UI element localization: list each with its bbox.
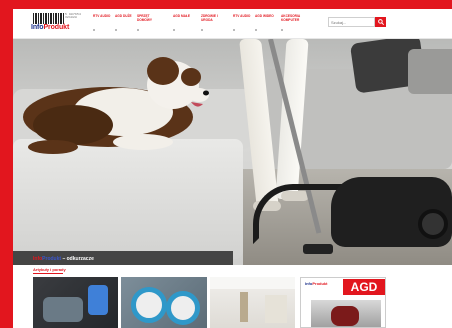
site-header: 5 907654 321028 InfoProdukt RTV AUDIO AG… <box>13 9 452 39</box>
caption-brand-2: Produkt <box>42 256 62 262</box>
nav-dot-icon <box>173 29 175 31</box>
nav-item-label: RTV AUDIO <box>233 14 251 18</box>
nav-item-label: AGD WIDEO <box>255 14 274 18</box>
article-thumb-2[interactable] <box>121 277 207 328</box>
hero-sofa-seat <box>13 139 243 259</box>
logo-word-1: Info <box>31 24 44 31</box>
vacuum-head <box>303 244 333 254</box>
nav-item-8[interactable]: AKCESORIA KOMPUTER <box>281 14 317 35</box>
hero-caption: InfoProdukt – odkurzacze <box>33 256 94 262</box>
magazine-cover[interactable]: InfoProdukt AGD <box>300 277 386 328</box>
nav-item-1[interactable]: RTV AUDIO <box>93 14 115 35</box>
vacuum-wheel <box>418 209 448 239</box>
barcode-icon <box>33 13 65 24</box>
article-thumb-3[interactable] <box>210 277 295 328</box>
article-thumb-1[interactable] <box>33 277 118 328</box>
hero-cushion-2 <box>408 49 452 94</box>
nav-item-label: ZDROWIE I URODA <box>201 14 218 22</box>
search-button[interactable] <box>375 17 386 27</box>
dog-image <box>23 57 209 154</box>
articles-section: Artykuły i porady InfoProdukt AGD <box>13 265 452 328</box>
magazine-title: AGD <box>343 279 385 295</box>
nav-dot-icon <box>281 29 283 31</box>
page: 5 907654 321028 InfoProdukt RTV AUDIO AG… <box>13 9 452 328</box>
nav-item-5[interactable]: ZDROWIE I URODA <box>201 14 223 35</box>
nav-item-3[interactable]: SPRZĘT DOMOWY <box>137 14 159 35</box>
nav-item-7[interactable]: AGD WIDEO <box>255 14 277 35</box>
hero-caption-bar[interactable]: InfoProdukt – odkurzacze <box>13 251 233 265</box>
nav-item-2[interactable]: AGD DUŻE <box>115 14 137 35</box>
logo-word-2: Produkt <box>43 24 70 31</box>
site-logo[interactable]: 5 907654 321028 InfoProdukt <box>31 12 87 36</box>
search-icon <box>378 19 384 25</box>
nav-dot-icon <box>93 29 95 31</box>
logo-wordmark: InfoProdukt <box>31 24 69 31</box>
magazine-logo: InfoProdukt <box>305 281 327 286</box>
nav-item-label: AKCESORIA KOMPUTER <box>281 14 301 22</box>
nav-item-6[interactable]: RTV AUDIO <box>233 14 255 35</box>
nav-dot-icon <box>233 29 235 31</box>
magazine-logo-2: Produkt <box>312 281 328 286</box>
search-input[interactable] <box>328 17 375 27</box>
nav-dot-icon <box>255 29 257 31</box>
thumb-shape <box>43 297 83 322</box>
caption-text: – odkurzacze <box>61 256 94 262</box>
thumb-shape <box>240 292 248 322</box>
search-box <box>328 17 386 27</box>
thumb-shape <box>88 285 108 315</box>
magazine-vacuum-image <box>331 306 359 326</box>
thumb-shape <box>265 295 287 323</box>
thumb-shape <box>210 277 295 289</box>
nav-dot-icon <box>115 29 117 31</box>
nav-item-label: SPRZĘT DOMOWY <box>137 14 153 22</box>
articles-underline <box>33 273 63 274</box>
nav-item-label: AGD DUŻE <box>115 14 132 18</box>
nav-dot-icon <box>201 29 203 31</box>
nav-item-label: AGD MAŁE <box>173 14 190 18</box>
nav-item-4[interactable]: AGD MAŁE <box>173 14 195 35</box>
nav-item-label: RTV AUDIO <box>93 14 111 18</box>
thumb-shape <box>166 291 200 325</box>
thumb-shape <box>131 287 167 323</box>
barcode-number: 5 907654 321028 <box>65 13 82 19</box>
hero-banner[interactable]: InfoProdukt – odkurzacze <box>13 39 452 265</box>
caption-brand-1: Info <box>33 256 43 262</box>
nav-dot-icon <box>137 29 139 31</box>
articles-heading: Artykuły i porady <box>33 267 66 272</box>
